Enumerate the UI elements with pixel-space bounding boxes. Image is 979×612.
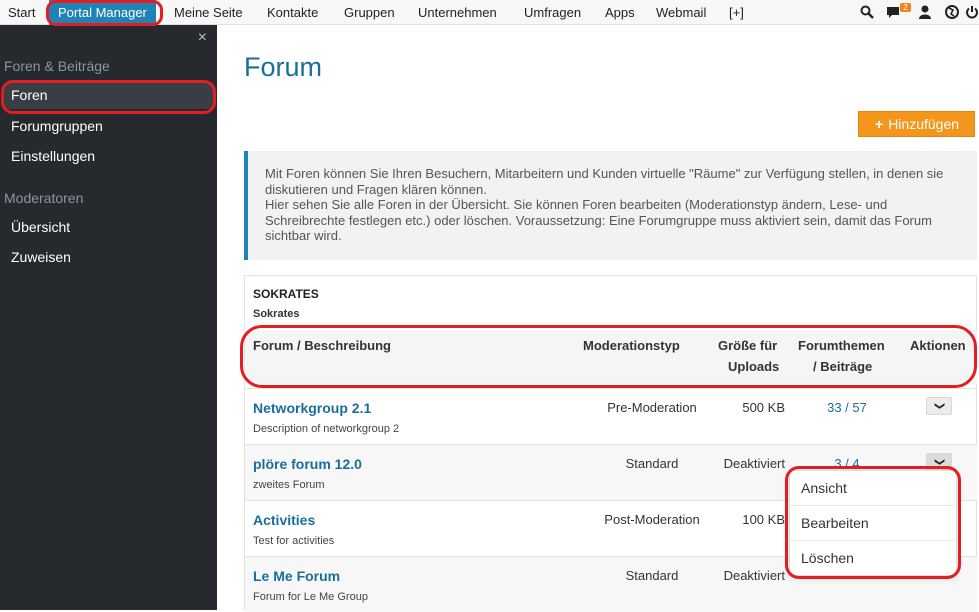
sidebar-item-forumgruppen[interactable]: Forumgruppen	[11, 118, 103, 134]
nav-add-more[interactable]: [+]	[729, 5, 744, 20]
header-moderation: Moderationstyp	[583, 338, 680, 353]
nav-portal-manager[interactable]: Portal Manager	[49, 0, 156, 25]
forum-name-link[interactable]: plöre forum 12.0	[253, 456, 362, 472]
power-icon[interactable]	[966, 5, 978, 19]
upload-size: 100 KB	[742, 512, 785, 527]
header-forum: Forum / Beschreibung	[253, 338, 391, 353]
search-icon[interactable]	[860, 5, 874, 19]
nav-unternehmen[interactable]: Unternehmen	[418, 5, 497, 20]
add-button-label: Hinzufügen	[888, 116, 960, 132]
nav-meine-seite[interactable]: Meine Seite	[174, 5, 243, 20]
forum-name-link[interactable]: Networkgroup 2.1	[253, 400, 371, 416]
forum-description: Forum for Le Me Group	[253, 591, 368, 603]
nav-webmail[interactable]: Webmail	[656, 5, 706, 20]
sidebar-item-label: Foren	[11, 87, 48, 103]
close-icon[interactable]: ×	[198, 29, 207, 47]
nav-gruppen[interactable]: Gruppen	[344, 5, 395, 20]
table-header: Forum / Beschreibung Moderationstyp Größ…	[245, 330, 977, 384]
threads-posts-link[interactable]: 3 / 4	[795, 456, 899, 471]
nav-apps[interactable]: Apps	[605, 5, 635, 20]
sidebar: × Foren & Beiträge Foren Forumgruppen Ei…	[0, 25, 217, 610]
sidebar-item-zuweisen[interactable]: Zuweisen	[11, 249, 71, 265]
info-box: Mit Foren können Sie Ihren Besuchern, Mi…	[244, 151, 977, 260]
page-title: Forum	[244, 52, 323, 82]
table-row: Networkgroup 2.1 Description of networkg…	[245, 388, 977, 444]
header-threads-1: Forumthemen	[798, 338, 885, 353]
chevron-down-icon: ❯	[933, 457, 945, 467]
chevron-down-icon: ❯	[933, 401, 945, 411]
chat-icon[interactable]	[886, 6, 900, 19]
nav-start[interactable]: Start	[8, 5, 35, 20]
actions-dropdown-menu: Ansicht Bearbeiten Löschen	[789, 470, 957, 576]
upload-size: Deaktiviert	[723, 456, 785, 471]
messages-badge: 2	[900, 3, 911, 12]
actions-dropdown-button[interactable]: ❯	[926, 397, 952, 415]
sidebar-item-foren[interactable]: Foren	[4, 83, 213, 109]
menu-item-ansicht[interactable]: Ansicht	[790, 471, 956, 506]
globe-icon[interactable]	[945, 5, 959, 19]
upload-size: 500 KB	[742, 400, 785, 415]
forum-name-link[interactable]: Le Me Forum	[253, 568, 340, 584]
menu-item-bearbeiten[interactable]: Bearbeiten	[790, 506, 956, 541]
group-subtitle: Sokrates	[253, 308, 300, 320]
sidebar-section-forums: Foren & Beiträge	[4, 58, 110, 74]
forum-description: Description of networkgroup 2	[253, 423, 400, 435]
forum-description: Test for activities	[253, 535, 335, 547]
threads-posts-link[interactable]: 33 / 57	[795, 400, 899, 415]
header-size-1: Größe für	[718, 338, 778, 353]
nav-umfragen[interactable]: Umfragen	[524, 5, 581, 20]
info-text-1: Mit Foren können Sie Ihren Besuchern, Mi…	[265, 166, 944, 197]
header-actions: Aktionen	[910, 338, 966, 353]
user-icon[interactable]	[919, 5, 931, 19]
forum-description: zweites Forum	[253, 479, 325, 491]
sidebar-section-moderators: Moderatoren	[4, 190, 84, 206]
plus-icon: +	[875, 116, 884, 132]
actions-dropdown-button[interactable]: ❯	[926, 453, 952, 471]
header-threads-2: / Beiträge	[813, 359, 873, 374]
group-name: SOKRATES	[253, 287, 319, 301]
menu-item-loeschen[interactable]: Löschen	[790, 541, 956, 576]
forum-name-link[interactable]: Activities	[253, 512, 315, 528]
add-forum-button[interactable]: + Hinzufügen	[858, 111, 975, 137]
sidebar-item-einstellungen[interactable]: Einstellungen	[11, 148, 95, 164]
top-navigation: Start Portal Manager Meine Seite Kontakt…	[0, 0, 979, 25]
nav-kontakte[interactable]: Kontakte	[267, 5, 318, 20]
sidebar-item-uebersicht[interactable]: Übersicht	[11, 219, 70, 235]
upload-size: Deaktiviert	[723, 568, 785, 583]
info-text-2: Hier sehen Sie alle Foren in der Übersic…	[265, 197, 932, 243]
header-size-2: Uploads	[728, 359, 780, 374]
